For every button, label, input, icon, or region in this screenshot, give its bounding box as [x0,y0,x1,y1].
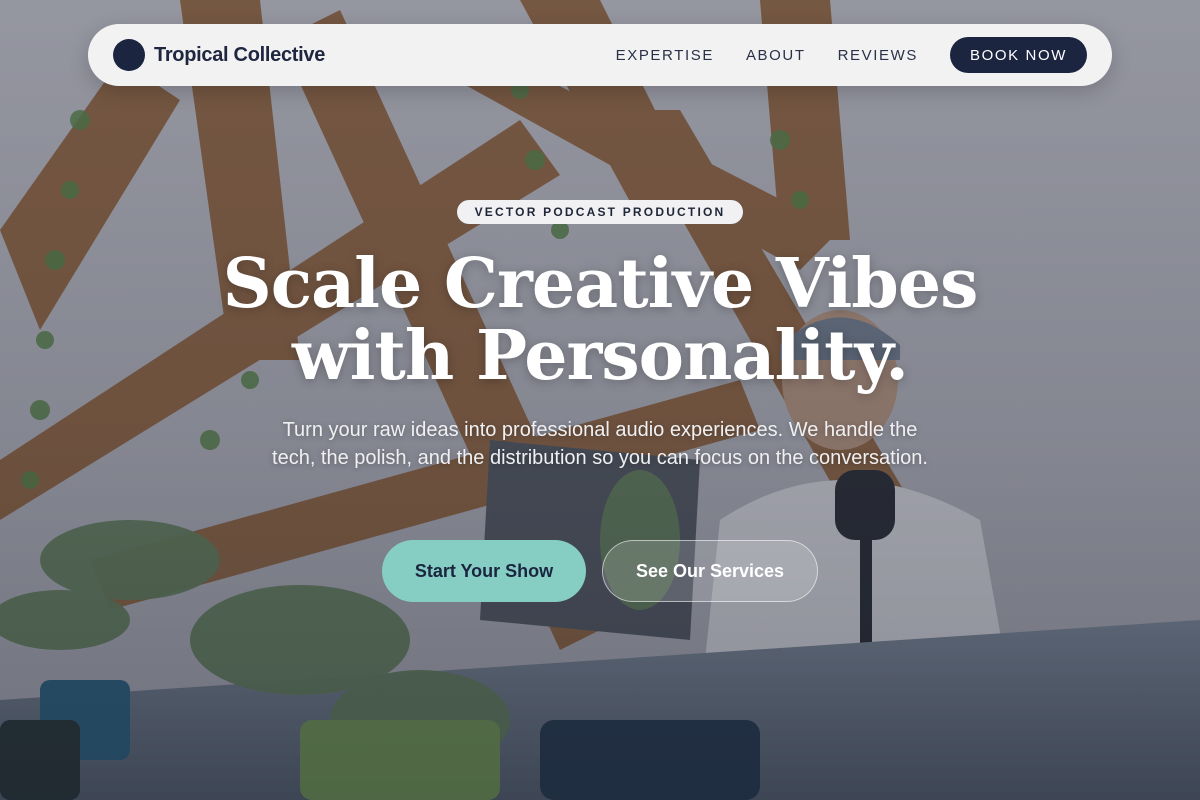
hero-dark-overlay [0,0,1200,800]
book-now-button[interactable]: BOOK NOW [950,37,1087,73]
headline-line-2: with Personality. [292,316,909,396]
see-our-services-button[interactable]: See Our Services [602,540,818,602]
nav-link-reviews[interactable]: REVIEWS [838,47,918,64]
nav-links: EXPERTISE ABOUT REVIEWS BOOK NOW [616,37,1087,73]
nav-link-about[interactable]: ABOUT [746,47,806,64]
hero-headline: Scale Creative Vibes with Personality. [150,248,1050,392]
brand-link[interactable]: Tropical Collective [113,39,325,71]
headline-line-1: Scale Creative Vibes [222,244,979,324]
start-your-show-button[interactable]: Start Your Show [382,540,586,602]
nav-link-expertise[interactable]: EXPERTISE [616,47,714,64]
hero-subtext: Turn your raw ideas into professional au… [272,419,928,469]
hero-section: Tropical Collective EXPERTISE ABOUT REVI… [0,0,1200,800]
brand-name: Tropical Collective [154,43,326,66]
eyebrow-badge: VECTOR PODCAST PRODUCTION [457,200,743,224]
hero-cta-row: Start Your Show See Our Services [382,540,818,602]
top-navbar: Tropical Collective EXPERTISE ABOUT REVI… [88,24,1112,86]
brand-logo-icon [113,39,145,71]
